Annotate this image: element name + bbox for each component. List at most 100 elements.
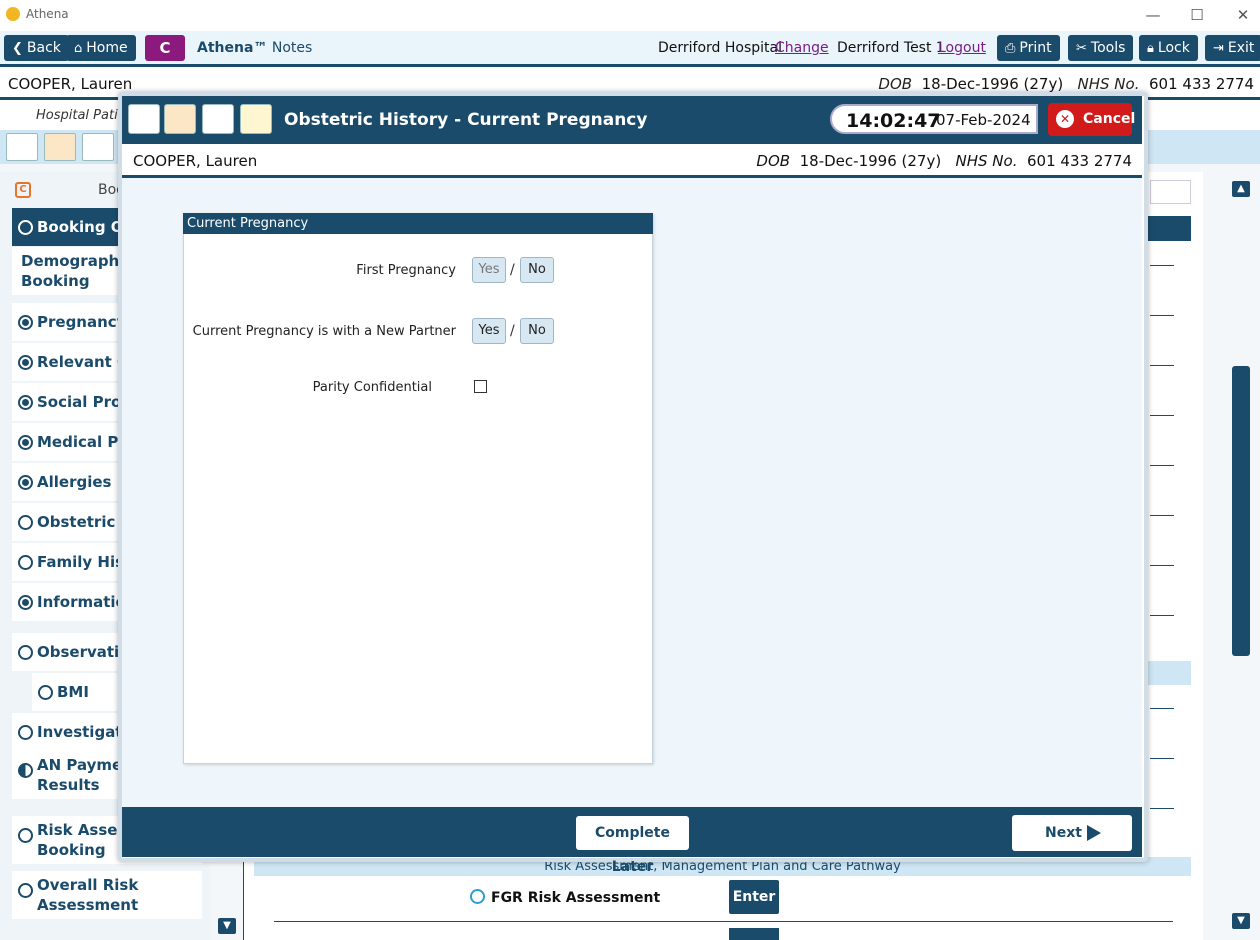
- status-radio-icon: [18, 515, 33, 530]
- back-label: Back: [26, 40, 61, 56]
- row-divider: [1150, 515, 1174, 516]
- row-divider: [1150, 808, 1174, 809]
- c-button[interactable]: C: [145, 35, 185, 61]
- close-circle-icon: ✕: [1056, 110, 1074, 128]
- cancel-label: Cancel: [1083, 111, 1136, 127]
- parity-confidential-checkbox[interactable]: [474, 380, 487, 393]
- dob-label: DOB: [756, 152, 791, 170]
- minimize-icon[interactable]: —: [1140, 4, 1166, 26]
- row-divider: [1150, 758, 1174, 759]
- main-toolbar: ❮ Back ⌂ Home C Athena™ Notes Derriford Ho…: [0, 31, 1260, 67]
- scroll-up-icon[interactable]: ▲: [1232, 181, 1250, 197]
- patient-ids: DOB 18-Dec-1996 (27y) NHS No. 601 433 27…: [878, 75, 1254, 93]
- sidebar-item-label: BMI: [57, 683, 89, 701]
- home-label: Home: [86, 40, 128, 56]
- lock-button[interactable]: 🔒︎ Lock: [1139, 35, 1198, 61]
- printer-icon: ⎙: [1005, 41, 1016, 56]
- content-header-strip: [1146, 216, 1191, 241]
- calendar-icon[interactable]: [240, 104, 272, 134]
- app-brand: Athena™: [197, 40, 268, 56]
- print-button[interactable]: ⎙ Print: [997, 35, 1060, 61]
- next-button[interactable]: Next: [1012, 815, 1132, 851]
- scrollbar-thumb[interactable]: [1232, 366, 1250, 656]
- back-button[interactable]: ❮ Back: [4, 35, 69, 61]
- content-section-strip: [1146, 661, 1191, 685]
- print-label: Print: [1019, 40, 1052, 56]
- clock-display: 14:02:47 07-Feb-2024: [830, 104, 1038, 134]
- patient-name: COOPER, Lauren: [8, 75, 133, 93]
- dialog-patient-banner: COOPER, Lauren DOB 18-Dec-1996 (27y) NHS…: [122, 144, 1142, 178]
- puzzle-icon[interactable]: [128, 104, 160, 134]
- row-divider: [1150, 615, 1174, 616]
- close-window-icon[interactable]: ✕: [1230, 4, 1256, 26]
- status-radio-icon: [18, 555, 33, 570]
- complete-later-button[interactable]: Complete Later: [576, 816, 689, 875]
- enter-button[interactable]: Enter: [729, 880, 779, 914]
- user-label: Derriford Test 1: [837, 40, 945, 56]
- person-arrow-icon[interactable]: [202, 104, 234, 134]
- app-name: Athena™ Notes: [197, 40, 312, 56]
- dob-value: 18-Dec-1996 (27y): [921, 75, 1064, 93]
- tools-icon: ✂: [1076, 41, 1087, 56]
- new-partner-yes-button[interactable]: Yes: [472, 318, 506, 344]
- logout-link[interactable]: Logout: [938, 40, 986, 56]
- status-radio-icon: [18, 828, 33, 843]
- home-icon: ⌂: [74, 41, 83, 56]
- person-arrow-icon[interactable]: [82, 133, 114, 161]
- first-pregnancy-yes-button[interactable]: Yes: [472, 257, 506, 283]
- row-divider: [1150, 365, 1174, 366]
- exit-label: Exit: [1227, 40, 1255, 56]
- status-radio-icon: [18, 725, 33, 740]
- exit-icon: ⇥: [1213, 41, 1224, 56]
- sidebar-item-label: Allergies: [37, 473, 112, 491]
- hospital-label: Derriford Hospital: [658, 40, 783, 56]
- status-radio-icon: [18, 883, 33, 898]
- change-hospital-link[interactable]: Change: [775, 40, 829, 56]
- cancel-button[interactable]: ✕ Cancel: [1048, 103, 1136, 136]
- status-radio-icon: [18, 220, 33, 235]
- row-divider: [1150, 465, 1174, 466]
- chevron-left-icon: ❮: [12, 41, 23, 56]
- pill-icon[interactable]: [44, 133, 76, 161]
- dialog-title: Obstetric History - Current Pregnancy: [284, 110, 648, 130]
- status-radio-icon: [18, 645, 33, 660]
- nhs-value: 601 433 2774: [1027, 152, 1132, 170]
- lock-label: Lock: [1157, 40, 1190, 56]
- window-title: Athena: [26, 7, 69, 21]
- scroll-down-icon[interactable]: ▼: [1232, 913, 1250, 929]
- exit-button[interactable]: ⇥ Exit: [1205, 35, 1260, 61]
- row-divider: [274, 921, 1173, 922]
- row-divider: [1150, 415, 1174, 416]
- new-partner-no-button[interactable]: No: [520, 318, 554, 344]
- row-divider: [1150, 315, 1174, 316]
- first-pregnancy-no-button[interactable]: No: [520, 257, 554, 283]
- status-radio-icon: [18, 475, 33, 490]
- status-radio-icon: [18, 315, 33, 330]
- radio-empty-icon: [470, 889, 485, 904]
- enter-button-partial[interactable]: [729, 928, 779, 940]
- app-section: Notes: [271, 40, 313, 56]
- sidebar-item[interactable]: Overall Risk Assessment: [12, 871, 202, 919]
- nhs-value: 601 433 2774: [1149, 75, 1254, 93]
- fgr-risk-item[interactable]: FGR Risk Assessment: [470, 889, 660, 906]
- pill-icon[interactable]: [164, 104, 196, 134]
- puzzle-icon[interactable]: [6, 133, 38, 161]
- row-divider: [1150, 265, 1174, 266]
- separator: /: [510, 323, 515, 339]
- play-arrow-icon: [1087, 825, 1101, 841]
- dob-value: 18-Dec-1996 (27y): [799, 152, 942, 170]
- status-radio-icon: [18, 395, 33, 410]
- panel-title: Current Pregnancy: [183, 213, 653, 234]
- home-button[interactable]: ⌂ Home: [66, 35, 136, 61]
- status-radio-icon: [18, 595, 33, 610]
- new-partner-label: Current Pregnancy is with a New Partner: [192, 324, 456, 339]
- status-radio-icon: [18, 355, 33, 370]
- content-tab: [1150, 180, 1191, 204]
- maximize-icon[interactable]: ☐: [1184, 4, 1210, 26]
- parity-confidential-label: Parity Confidential: [312, 380, 432, 395]
- tools-button[interactable]: ✂ Tools: [1068, 35, 1134, 61]
- status-radio-icon: [38, 685, 53, 700]
- sidebar-scroll-down-icon[interactable]: ▼: [218, 918, 236, 934]
- row-divider: [1150, 708, 1174, 709]
- window-titlebar: Athena — ☐ ✕: [0, 0, 1260, 30]
